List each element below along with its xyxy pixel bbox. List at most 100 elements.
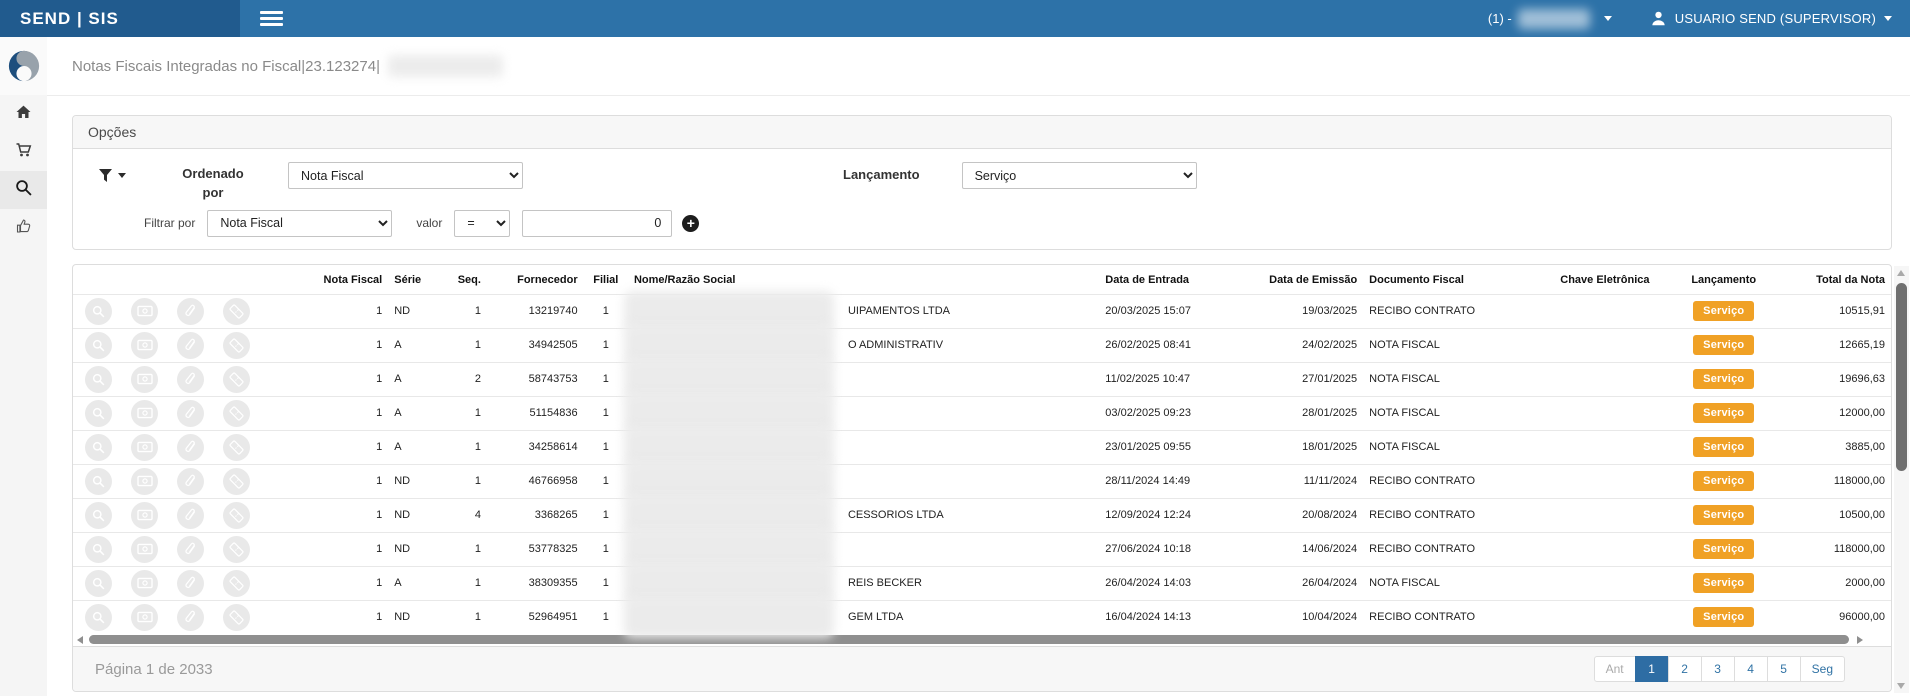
cell-data_emissao: 10/04/2024 (1250, 600, 1363, 634)
column-header: Lançamento (1675, 265, 1772, 295)
filter-value-input[interactable] (522, 210, 672, 237)
cell-data_emissao: 26/04/2024 (1250, 566, 1363, 600)
search-action-button[interactable] (85, 502, 112, 529)
banknote-action-button[interactable] (131, 298, 158, 325)
banknote-action-button[interactable] (131, 502, 158, 529)
content: Opções Ordenado por Nota Fiscal Lançamen… (47, 96, 1910, 692)
sidebar-item-thumbs-up[interactable] (0, 209, 47, 247)
column-header: Data de Emissão (1250, 265, 1363, 295)
banknote-action-button[interactable] (131, 536, 158, 563)
ticket-action-button[interactable] (223, 400, 250, 427)
cell-fornecedor: 13219740 (487, 294, 584, 328)
ticket-action-button[interactable] (223, 366, 250, 393)
sidebar-item-cart[interactable] (0, 133, 47, 171)
cell-lancamento: Serviço (1675, 430, 1772, 464)
lancamento-badge: Serviço (1693, 301, 1754, 321)
cell-chave (1534, 294, 1675, 328)
row-actions (73, 430, 300, 464)
search-action-button[interactable] (85, 468, 112, 495)
search-action-button[interactable] (85, 332, 112, 359)
ticket-action-button[interactable] (223, 298, 250, 325)
paperclip-action-button[interactable] (177, 570, 204, 597)
paperclip-action-button[interactable] (177, 366, 204, 393)
filter-by-select[interactable]: Nota Fiscal (207, 210, 392, 237)
ticket-action-button[interactable] (223, 570, 250, 597)
scroll-left-arrow-icon[interactable] (77, 636, 83, 644)
paperclip-action-button[interactable] (177, 434, 204, 461)
cell-data_emissao: 14/06/2024 (1250, 532, 1363, 566)
paperclip-action-button[interactable] (177, 400, 204, 427)
pagination-next[interactable]: Seg (1800, 656, 1845, 682)
operator-select[interactable]: = (454, 210, 510, 237)
paperclip-action-button[interactable] (177, 536, 204, 563)
cell-chave (1534, 532, 1675, 566)
banknote-action-button[interactable] (131, 570, 158, 597)
user-menu[interactable]: USUARIO SEND (SUPERVISOR) (1650, 10, 1892, 27)
paperclip-action-button[interactable] (177, 604, 204, 631)
search-action-button[interactable] (85, 298, 112, 325)
ticket-action-button[interactable] (223, 604, 250, 631)
pagination-page-1[interactable]: 1 (1635, 656, 1669, 682)
search-action-button[interactable] (85, 536, 112, 563)
cell-fornecedor: 46766958 (487, 464, 584, 498)
cell-nota_fiscal: 1 (300, 498, 389, 532)
pagination-page-5[interactable]: 5 (1767, 656, 1801, 682)
paperclip-action-button[interactable] (177, 468, 204, 495)
paperclip-action-button[interactable] (177, 298, 204, 325)
banknote-action-button[interactable] (131, 434, 158, 461)
cell-fornecedor: 51154836 (487, 396, 584, 430)
search-action-button[interactable] (85, 604, 112, 631)
cell-fornecedor: 58743753 (487, 362, 584, 396)
ticket-action-button[interactable] (223, 468, 250, 495)
sidebar-item-search[interactable] (0, 171, 47, 209)
add-filter-button[interactable]: + (682, 215, 699, 232)
app-brand: SEND | SIS (20, 9, 119, 29)
hamburger-menu-icon[interactable] (256, 4, 287, 33)
banknote-action-button[interactable] (131, 604, 158, 631)
horizontal-scrollbar-thumb[interactable] (89, 635, 1849, 644)
topbar-right: (1) - USUARIO SEND (SUPERVISOR) (1488, 9, 1910, 29)
paperclip-action-button[interactable] (177, 332, 204, 359)
ordered-by-select[interactable]: Nota Fiscal (288, 162, 523, 189)
search-action-button[interactable] (85, 366, 112, 393)
cell-seq: 1 (439, 566, 487, 600)
pagination-page-4[interactable]: 4 (1734, 656, 1768, 682)
pagination-prev[interactable]: Ant (1594, 656, 1636, 682)
banknote-action-button[interactable] (131, 400, 158, 427)
vertical-scrollbar[interactable] (1894, 266, 1909, 693)
filter-funnel-button[interactable] (98, 168, 126, 183)
cell-chave (1534, 328, 1675, 362)
cell-nota_fiscal: 1 (300, 294, 389, 328)
scroll-down-arrow-icon[interactable] (1897, 683, 1905, 689)
ticket-action-button[interactable] (223, 332, 250, 359)
ordered-by-label: Ordenado por (174, 162, 252, 203)
ticket-action-button[interactable] (223, 434, 250, 461)
paperclip-action-button[interactable] (177, 502, 204, 529)
vertical-scrollbar-thumb[interactable] (1896, 283, 1907, 471)
banknote-action-button[interactable] (131, 332, 158, 359)
cell-total: 3885,00 (1772, 430, 1891, 464)
pagination-page-2[interactable]: 2 (1668, 656, 1702, 682)
search-action-button[interactable] (85, 400, 112, 427)
search-action-button[interactable] (85, 570, 112, 597)
ticket-action-button[interactable] (223, 502, 250, 529)
cell-documento_fiscal: RECIBO CONTRATO (1363, 600, 1534, 634)
cell-razao-social (628, 430, 1099, 464)
results-table: Nota FiscalSérieSeq.FornecedorFilialNome… (73, 265, 1891, 635)
pagination-page-3[interactable]: 3 (1701, 656, 1735, 682)
ticket-action-button[interactable] (223, 536, 250, 563)
chevron-down-icon[interactable] (1604, 16, 1612, 21)
banknote-action-button[interactable] (131, 468, 158, 495)
cell-razao-social (628, 464, 1099, 498)
banknote-action-button[interactable] (131, 366, 158, 393)
lancamento-badge: Serviço (1693, 471, 1754, 491)
cell-seq: 1 (439, 328, 487, 362)
cell-razao-social (628, 396, 1099, 430)
scroll-up-arrow-icon[interactable] (1897, 270, 1905, 276)
horizontal-scrollbar[interactable] (75, 635, 1889, 646)
sidebar-item-home[interactable] (0, 95, 47, 133)
cell-serie: ND (388, 498, 438, 532)
search-action-button[interactable] (85, 434, 112, 461)
lancamento-select[interactable]: Serviço (962, 162, 1197, 189)
scroll-right-arrow-icon[interactable] (1857, 636, 1863, 644)
